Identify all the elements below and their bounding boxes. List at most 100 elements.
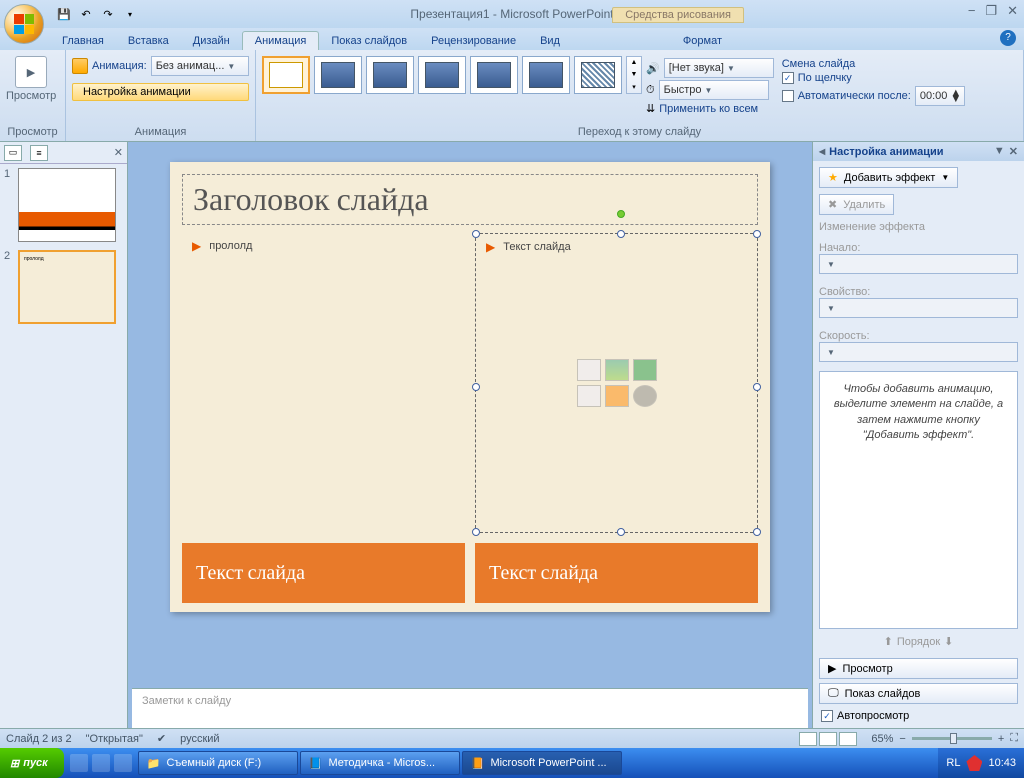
tab-view[interactable]: Вид (528, 32, 572, 50)
slide-canvas[interactable]: Заголовок слайда ▶прололд ▶Текст слайда (128, 142, 812, 688)
taskbar-app[interactable]: 📁Съемный диск (F:) (138, 751, 298, 775)
group-preview: Просмотр (6, 125, 59, 139)
start-dropdown: ▼ (819, 254, 1018, 274)
transition-more[interactable]: ▲▼▾ (626, 56, 642, 94)
restore-icon[interactable]: ❐ (985, 3, 997, 19)
content-placeholder-selected[interactable]: ▶Текст слайда (475, 233, 758, 533)
spellcheck-icon[interactable]: ✔ (157, 732, 166, 745)
theme-name: "Открытая" (86, 733, 143, 745)
custom-animation-pane: ◀Настройка анимации▼✕ ★Добавить эффект▼ … (812, 142, 1024, 728)
zoom-in-icon[interactable]: + (998, 733, 1004, 745)
slide-thumbnail[interactable] (18, 168, 116, 242)
undo-icon[interactable]: ↶ (76, 4, 96, 24)
quick-launch-icon[interactable] (70, 754, 88, 772)
content-type-icons[interactable] (577, 359, 657, 407)
ribbon-tabs: Главная Вставка Дизайн Анимация Показ сл… (0, 28, 1024, 50)
autopreview-checkbox[interactable]: ✓Автопросмотр (819, 708, 1018, 724)
custom-animation-button[interactable]: Настройка анимации (72, 83, 249, 101)
system-tray: RL 10:43 (938, 748, 1024, 778)
transition-item[interactable] (470, 56, 518, 94)
normal-view-icon[interactable] (799, 732, 817, 746)
save-icon[interactable]: 💾 (54, 4, 74, 24)
speed-dropdown: ▼ (819, 342, 1018, 362)
ribbon: ▶Просмотр Просмотр Анимация:Без анимац..… (0, 50, 1024, 142)
pane-close-icon[interactable]: ✕ (1009, 145, 1018, 158)
content-placeholder[interactable]: Текст слайда (182, 543, 465, 603)
zoom-slider[interactable] (912, 737, 992, 740)
remove-effect-button: ✖Удалить (819, 194, 894, 215)
transition-none[interactable] (262, 56, 310, 94)
group-transition: Переход к этому слайду (262, 125, 1017, 139)
group-animation: Анимация (72, 125, 249, 139)
titlebar: 💾 ↶ ↷ ▾ Презентация1 - Microsoft PowerPo… (0, 0, 1024, 28)
content-placeholder[interactable]: Текст слайда (475, 543, 758, 603)
zoom-level[interactable]: 65% (871, 733, 893, 745)
auto-after-checkbox[interactable]: Автоматически после:00:00▲▼ (782, 86, 965, 106)
transition-gallery: ▲▼▾ (262, 56, 642, 94)
add-effect-button[interactable]: ★Добавить эффект▼ (819, 167, 958, 188)
window-title: Презентация1 - Microsoft PowerPoint (410, 7, 613, 21)
redo-icon[interactable]: ↷ (98, 4, 118, 24)
content-placeholder[interactable]: ▶прололд (182, 233, 465, 533)
preview-button[interactable]: ▶Просмотр (6, 56, 56, 102)
tab-slideshow[interactable]: Показ слайдов (319, 32, 419, 50)
panel-close-icon[interactable]: ✕ (114, 146, 123, 159)
reorder-down-icon: ⬇ (944, 635, 953, 648)
on-click-checkbox[interactable]: ✓По щелчку (782, 72, 965, 84)
notes-pane[interactable]: Заметки к слайду (132, 688, 808, 728)
tray-clock[interactable]: 10:43 (988, 757, 1016, 769)
tab-insert[interactable]: Вставка (116, 32, 181, 50)
slideshow-button[interactable]: 🖵Показ слайдов (819, 683, 1018, 704)
transition-item[interactable] (574, 56, 622, 94)
animation-dropdown[interactable]: Без анимац...▼ (151, 56, 249, 76)
speed-icon: ⏱ (646, 84, 655, 97)
tab-review[interactable]: Рецензирование (419, 32, 528, 50)
qat-more-icon[interactable]: ▾ (120, 4, 140, 24)
auto-time-spinner[interactable]: 00:00▲▼ (915, 86, 965, 106)
slide-counter: Слайд 2 из 2 (6, 733, 72, 745)
preview-button[interactable]: ▶Просмотр (819, 658, 1018, 679)
slide-title-placeholder[interactable]: Заголовок слайда (182, 174, 758, 225)
help-icon[interactable]: ? (1000, 30, 1016, 46)
slide-thumbnail[interactable]: прололд (18, 250, 116, 324)
kaspersky-icon[interactable] (966, 755, 982, 771)
rotate-handle[interactable] (617, 210, 625, 218)
apply-all-icon: ⇊ (646, 102, 655, 115)
tab-format[interactable]: Формат (671, 32, 734, 50)
outline-tab-icon[interactable]: ≡ (30, 145, 48, 161)
contextual-tab-label: Средства рисования (612, 7, 744, 23)
taskbar-app[interactable]: 📘Методичка - Micros... (300, 751, 460, 775)
screen-icon: 🖵 (828, 687, 839, 700)
office-button[interactable] (4, 4, 44, 44)
fit-window-icon[interactable]: ⛶ (1010, 732, 1018, 745)
zoom-out-icon[interactable]: − (899, 733, 905, 745)
sound-dropdown[interactable]: [Нет звука]▼ (664, 58, 774, 78)
chevron-left-icon[interactable]: ◀ (819, 147, 825, 156)
effect-list: Чтобы добавить анимацию, выделите элемен… (819, 371, 1018, 629)
star-icon: ★ (828, 171, 838, 184)
tab-animation[interactable]: Анимация (242, 31, 320, 50)
apply-all-button[interactable]: ⇊Применить ко всем (646, 102, 774, 115)
quick-launch-icon[interactable] (114, 754, 132, 772)
sorter-view-icon[interactable] (819, 732, 837, 746)
transition-item[interactable] (418, 56, 466, 94)
transition-item[interactable] (314, 56, 362, 94)
tray-lang[interactable]: RL (946, 757, 960, 769)
slides-tab-icon[interactable]: ▭ (4, 145, 22, 161)
transition-item[interactable] (366, 56, 414, 94)
tab-home[interactable]: Главная (50, 32, 116, 50)
quick-launch-icon[interactable] (92, 754, 110, 772)
slide-thumbnail-panel: ▭ ≡ ✕ 1 2прололд (0, 142, 128, 728)
slideshow-view-icon[interactable] (839, 732, 857, 746)
language-indicator[interactable]: русский (180, 733, 219, 745)
sound-icon: 🔊 (646, 62, 660, 75)
taskbar-app[interactable]: 📙Microsoft PowerPoint ... (462, 751, 622, 775)
start-button[interactable]: ⊞пуск (0, 748, 64, 778)
minimize-icon[interactable]: − (968, 3, 976, 19)
change-effect-label: Изменение эффекта (819, 221, 1018, 233)
close-icon[interactable]: ✕ (1007, 3, 1018, 19)
speed-dropdown[interactable]: Быстро▼ (659, 80, 769, 100)
tab-design[interactable]: Дизайн (181, 32, 242, 50)
transition-item[interactable] (522, 56, 570, 94)
pane-menu-icon[interactable]: ▼ (994, 145, 1005, 158)
